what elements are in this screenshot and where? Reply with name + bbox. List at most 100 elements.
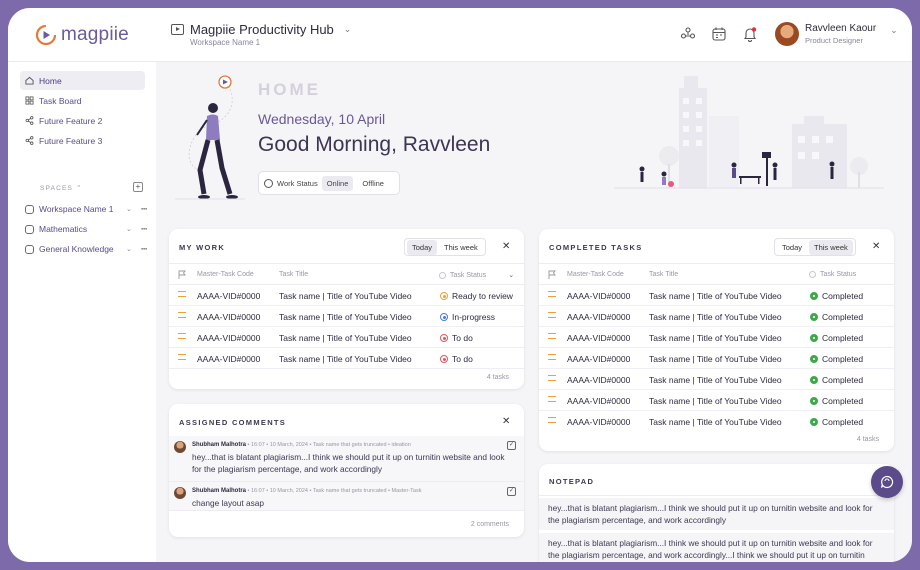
spaces-heading[interactable]: SPACES ⌃: [40, 184, 83, 192]
drag-handle-icon[interactable]: [548, 375, 556, 381]
user-menu[interactable]: Ravvleen Kaour Product Designer ⌄: [775, 22, 898, 46]
more-icon[interactable]: ···: [141, 224, 148, 234]
drag-handle-icon[interactable]: [548, 354, 556, 360]
task-title[interactable]: Task name | Title of YouTube Video: [649, 396, 782, 406]
close-icon[interactable]: ✕: [872, 241, 880, 252]
team-icon[interactable]: [680, 26, 696, 42]
drag-handle-icon[interactable]: [178, 333, 186, 339]
comment-author: Shubham Malhotra: [192, 442, 247, 448]
task-title[interactable]: Task name | Title of YouTube Video: [649, 291, 782, 301]
greeting: Good Morning, Ravvleen: [258, 133, 491, 156]
note-item[interactable]: hey...that is blatant plagiarism...I thi…: [539, 533, 894, 562]
more-icon[interactable]: ···: [141, 244, 148, 254]
play-icon: [171, 24, 184, 35]
task-title[interactable]: Task name | Title of YouTube Video: [649, 312, 782, 322]
chevron-down-icon[interactable]: ⌄: [126, 205, 132, 213]
status-badge[interactable]: To do: [440, 354, 473, 364]
status-badge[interactable]: Completed: [810, 354, 863, 364]
sidebar: Home Task Board Future Feature 2 Future …: [8, 62, 156, 562]
status-column-header[interactable]: Task Status ⌄: [439, 271, 514, 279]
table-row[interactable]: AAAA-VID#0000 Task name | Title of YouTu…: [169, 328, 524, 348]
space-item[interactable]: General Knowledge ⌄ ···: [25, 241, 150, 257]
table-row[interactable]: AAAA-VID#0000 Task name | Title of YouTu…: [539, 328, 894, 348]
close-icon[interactable]: ✕: [502, 241, 510, 252]
table-row[interactable]: AAAA-VID#0000 Task name | Title of YouTu…: [169, 349, 524, 369]
column-header[interactable]: Master-Task Code: [567, 271, 624, 278]
task-title[interactable]: Task name | Title of YouTube Video: [649, 417, 782, 427]
status-badge[interactable]: Completed: [810, 396, 863, 406]
status-badge[interactable]: To do: [440, 333, 473, 343]
comment-item[interactable]: Shubham Malhotra • 16:07 • 10 March, 202…: [169, 482, 524, 510]
brand-logo[interactable]: magpiie: [35, 24, 129, 46]
status-text: Ready to review: [452, 291, 513, 301]
more-icon[interactable]: ···: [141, 204, 148, 214]
table-row[interactable]: AAAA-VID#0000 Task name | Title of YouTu…: [169, 286, 524, 306]
status-badge[interactable]: Completed: [810, 312, 863, 322]
status-text: To do: [452, 333, 473, 343]
table-row[interactable]: AAAA-VID#0000 Task name | Title of YouTu…: [539, 307, 894, 327]
drag-handle-icon[interactable]: [178, 354, 186, 360]
space-item[interactable]: Mathematics ⌄ ···: [25, 221, 150, 237]
task-title[interactable]: Task name | Title of YouTube Video: [279, 333, 412, 343]
note-item[interactable]: hey...that is blatant plagiarism...I thi…: [539, 498, 894, 530]
check-icon[interactable]: ✓: [507, 441, 516, 450]
task-title[interactable]: Task name | Title of YouTube Video: [649, 375, 782, 385]
drag-handle-icon[interactable]: [548, 291, 556, 297]
space-item[interactable]: Workspace Name 1 ⌄ ···: [25, 201, 150, 217]
tab-today[interactable]: Today: [407, 239, 438, 255]
status-badge[interactable]: Ready to review: [440, 291, 513, 301]
tab-this-week[interactable]: This week: [809, 239, 853, 255]
task-title[interactable]: Task name | Title of YouTube Video: [279, 312, 412, 322]
drag-handle-icon[interactable]: [548, 333, 556, 339]
flag-icon: [178, 270, 186, 279]
column-header[interactable]: Master-Task Code: [197, 271, 254, 278]
status-badge[interactable]: Completed: [810, 291, 863, 301]
table-row[interactable]: AAAA-VID#0000 Task name | Title of YouTu…: [539, 370, 894, 390]
sidebar-item-future-feature-3[interactable]: Future Feature 3: [20, 131, 145, 150]
task-title[interactable]: Task name | Title of YouTube Video: [279, 291, 412, 301]
drag-handle-icon[interactable]: [178, 312, 186, 318]
chevron-down-icon[interactable]: ⌄: [126, 225, 132, 233]
status-column-header[interactable]: Task Status: [809, 271, 856, 278]
comment-item[interactable]: Shubham Malhotra • 16:07 • 10 March, 202…: [169, 436, 524, 481]
table-row[interactable]: AAAA-VID#0000 Task name | Title of YouTu…: [539, 349, 894, 369]
drag-handle-icon[interactable]: [548, 312, 556, 318]
column-header: Task Status: [450, 271, 487, 279]
hub-switcher[interactable]: Magpiie Productivity Hub ⌄ Workspace Nam…: [171, 22, 351, 47]
sidebar-item-future-feature-2[interactable]: Future Feature 2: [20, 111, 145, 130]
sidebar-item-home[interactable]: Home: [20, 71, 145, 90]
folder-icon: [25, 204, 34, 214]
chevron-down-icon[interactable]: ⌄: [126, 245, 132, 253]
column-header[interactable]: Task Title: [279, 271, 308, 278]
table-row[interactable]: AAAA-VID#0000 Task name | Title of YouTu…: [539, 391, 894, 411]
task-title[interactable]: Task name | Title of YouTube Video: [649, 333, 782, 343]
status-badge[interactable]: In-progress: [440, 312, 495, 322]
assistant-button[interactable]: [871, 466, 903, 498]
table-row[interactable]: AAAA-VID#0000 Task name | Title of YouTu…: [169, 307, 524, 327]
table-row[interactable]: AAAA-VID#0000 Task name | Title of YouTu…: [539, 412, 894, 432]
drag-handle-icon[interactable]: [178, 291, 186, 297]
status-badge[interactable]: Completed: [810, 417, 863, 427]
status-badge[interactable]: Completed: [810, 375, 863, 385]
check-icon[interactable]: ✓: [507, 487, 516, 496]
bell-icon[interactable]: [742, 26, 758, 42]
task-title[interactable]: Task name | Title of YouTube Video: [649, 354, 782, 364]
drag-handle-icon[interactable]: [548, 396, 556, 402]
tab-today[interactable]: Today: [777, 240, 807, 255]
task-title[interactable]: Task name | Title of YouTube Video: [279, 354, 412, 364]
close-icon[interactable]: ✕: [502, 416, 510, 427]
table-row[interactable]: AAAA-VID#0000 Task name | Title of YouTu…: [539, 286, 894, 306]
status-online-button[interactable]: Online: [321, 175, 354, 191]
task-code: AAAA-VID#0000: [197, 333, 261, 343]
sidebar-item-task-board[interactable]: Task Board: [20, 91, 145, 110]
add-space-button[interactable]: +: [133, 182, 143, 192]
status-badge[interactable]: Completed: [810, 333, 863, 343]
status-offline-button[interactable]: Offline: [357, 176, 389, 191]
calendar-icon[interactable]: [711, 26, 727, 42]
tab-this-week[interactable]: This week: [439, 240, 483, 255]
top-bar: magpiie Magpiie Productivity Hub ⌄ Works…: [8, 8, 912, 62]
chat-icon: [880, 475, 894, 489]
card-title: NOTEPAD: [549, 477, 595, 486]
drag-handle-icon[interactable]: [548, 417, 556, 423]
column-header[interactable]: Task Title: [649, 271, 678, 278]
